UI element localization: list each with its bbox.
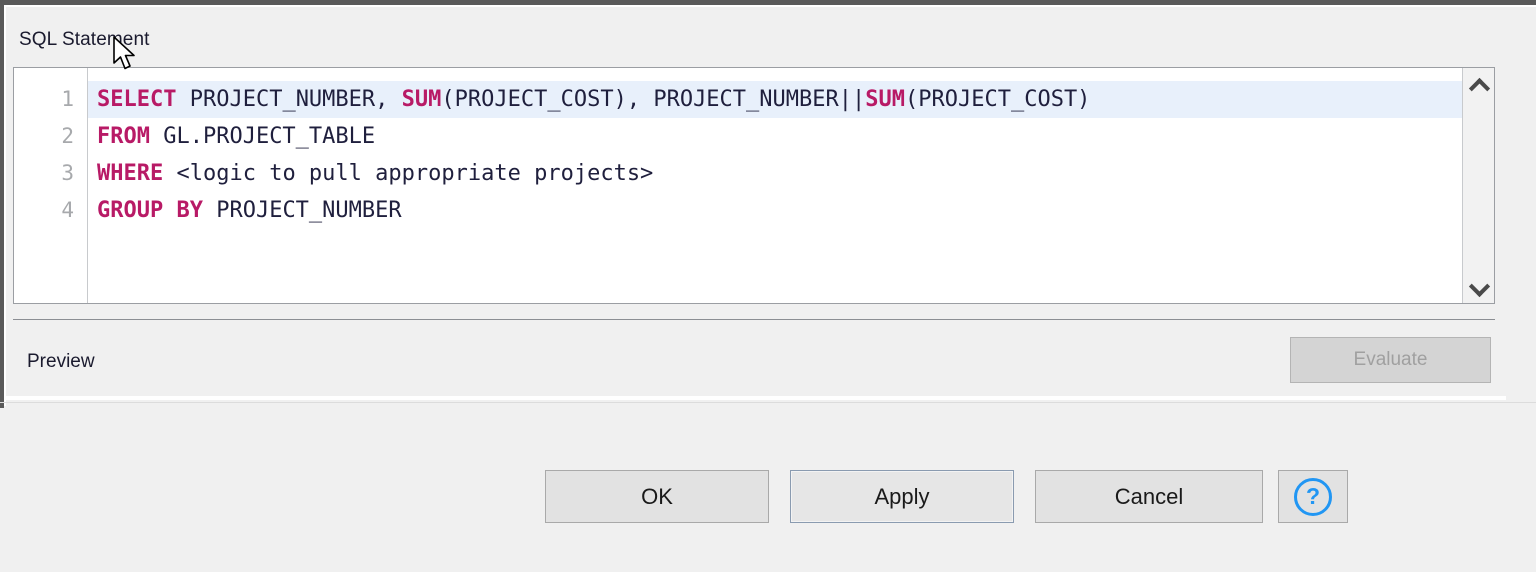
sql-identifier: <logic to pull appropriate projects> (163, 161, 654, 186)
dialog-button-bar: OK Apply Cancel ? (0, 470, 1536, 530)
editor-vertical-scrollbar[interactable] (1462, 68, 1494, 303)
sql-keyword: WHERE (97, 161, 164, 186)
preview-label: Preview (27, 351, 95, 372)
sql-identifier: (PROJECT_COST) (905, 87, 1091, 112)
line-number: 1 (61, 87, 74, 111)
code-line: FROM GL.PROJECT_TABLE (88, 118, 1494, 155)
sql-identifier: GL.PROJECT_TABLE (149, 124, 376, 149)
sql-keyword: SUM (865, 87, 905, 112)
evaluate-button[interactable]: Evaluate (1290, 337, 1491, 383)
ok-button[interactable]: OK (545, 470, 769, 523)
code-line: SELECT PROJECT_NUMBER, SUM(PROJECT_COST)… (88, 81, 1494, 118)
scroll-up-button[interactable] (1463, 68, 1495, 102)
scroll-down-button[interactable] (1463, 269, 1495, 303)
chevron-down-icon (1470, 281, 1487, 291)
sql-identifier: PROJECT_NUMBER (202, 198, 402, 223)
sql-keyword: SELECT (97, 87, 177, 112)
code-text-area[interactable]: SELECT PROJECT_NUMBER, SUM(PROJECT_COST)… (88, 68, 1494, 303)
line-number-gutter: 1 2 3 4 (14, 68, 88, 303)
cancel-button[interactable]: Cancel (1035, 470, 1263, 523)
sql-statement-group-panel: SQL Statement 1 2 3 4 SELECT PROJECT_NUMBER… (6, 7, 1506, 398)
sql-statement-label: SQL Statement (19, 29, 150, 50)
line-number: 2 (61, 124, 74, 148)
line-number: 4 (61, 198, 74, 222)
panel-bottom-highlight (4, 396, 1506, 400)
preview-section: Preview Evaluate (13, 319, 1495, 397)
code-line: WHERE <logic to pull appropriate project… (88, 155, 1494, 192)
sql-editor-dialog: SQL Statement 1 2 3 4 SELECT PROJECT_NUMBER… (0, 0, 1536, 572)
chevron-up-icon (1470, 80, 1487, 90)
sql-keyword: GROUP BY (97, 198, 203, 223)
sql-keyword: FROM (97, 124, 150, 149)
sql-identifier: (PROJECT_COST), PROJECT_NUMBER|| (441, 87, 866, 112)
code-line: GROUP BY PROJECT_NUMBER (88, 192, 1494, 229)
sql-identifier: PROJECT_NUMBER, (176, 87, 402, 112)
panel-divider (0, 402, 1536, 403)
sql-code-editor[interactable]: 1234 SELECT PROJECT_NUMBER, SUM(PROJECT_… (13, 67, 1495, 304)
sql-keyword: SUM (401, 87, 442, 112)
apply-button[interactable]: Apply (790, 470, 1014, 523)
help-circle-icon: ? (1294, 477, 1332, 516)
line-number: 3 (61, 161, 74, 185)
help-button[interactable]: ? (1278, 470, 1348, 523)
